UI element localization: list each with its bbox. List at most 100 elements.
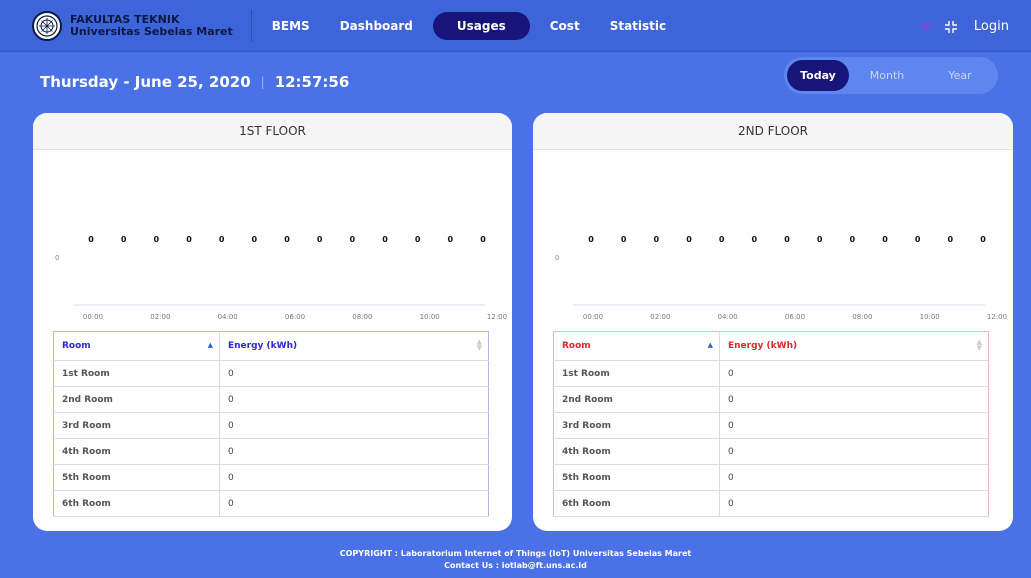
column-header-room[interactable]: Room ▲ bbox=[553, 331, 720, 361]
room-energy: 0 bbox=[219, 490, 489, 517]
data-label: 0 bbox=[752, 235, 758, 244]
period-month-button[interactable]: Month bbox=[849, 60, 925, 91]
data-label: 0 bbox=[850, 235, 856, 244]
data-label: 0 bbox=[382, 235, 388, 244]
room-energy: 0 bbox=[219, 438, 489, 465]
x-tick-label: 04:00 bbox=[218, 313, 238, 321]
x-tick-label: 08:00 bbox=[852, 313, 872, 321]
nav-item-bems[interactable]: BEMS bbox=[262, 12, 320, 40]
room-name: 5th Room bbox=[53, 464, 220, 491]
nav-item-statistic[interactable]: Statistic bbox=[600, 12, 676, 40]
table-row: 5th Room 0 bbox=[553, 464, 989, 491]
room-name: 3rd Room bbox=[553, 412, 720, 439]
data-label: 0 bbox=[882, 235, 888, 244]
data-label: 0 bbox=[915, 235, 921, 244]
room-table-floor-2: Room ▲ Energy (kWh) ▲ ▼ 1st Room 0 2nd Room 0… bbox=[553, 331, 989, 517]
x-tick-label: 02:00 bbox=[150, 313, 170, 321]
x-tick-label: 10:00 bbox=[920, 313, 940, 321]
room-table-floor-1: Room ▲ Energy (kWh) ▲ ▼ 1st Room 0 2nd Room 0… bbox=[53, 331, 489, 517]
nav-item-dashboard[interactable]: Dashboard bbox=[330, 12, 423, 40]
data-label: 0 bbox=[719, 235, 725, 244]
column-header-room[interactable]: Room ▲ bbox=[53, 331, 220, 361]
room-name: 2nd Room bbox=[53, 386, 220, 413]
chart-svg: 0 0 0 0 0 0 0 0 0 0 0 0 0 0 00:00 02:00 04:00 06:00 08:00 1… bbox=[555, 235, 1007, 321]
y-tick-label: 0 bbox=[555, 254, 559, 262]
data-label: 0 bbox=[219, 235, 225, 244]
column-header-energy[interactable]: Energy (kWh) ▲ ▼ bbox=[719, 331, 989, 361]
room-energy: 0 bbox=[719, 464, 989, 491]
room-energy: 0 bbox=[219, 412, 489, 439]
room-name: 6th Room bbox=[53, 490, 220, 517]
data-label: 0 bbox=[154, 235, 160, 244]
table-header-row: Room ▲ Energy (kWh) ▲ ▼ bbox=[553, 331, 989, 361]
x-tick-label: 06:00 bbox=[285, 313, 305, 321]
footer-contact[interactable]: Contact Us : iotlab@ft.uns.ac.id bbox=[0, 560, 1031, 572]
room-energy: 0 bbox=[719, 360, 989, 387]
usage-chart-floor-2: 0 0 0 0 0 0 0 0 0 0 0 0 0 0 00:00 02:00 04:00 06:00 08:00 1… bbox=[533, 150, 1013, 328]
room-name: 4th Room bbox=[553, 438, 720, 465]
data-label: 0 bbox=[686, 235, 692, 244]
nav-item-usages[interactable]: Usages bbox=[432, 11, 530, 40]
date-time-display: Thursday - June 25, 2020 | 12:57:56 bbox=[40, 73, 349, 91]
data-label: 0 bbox=[350, 235, 356, 244]
nav-item-cost[interactable]: Cost bbox=[540, 12, 590, 40]
room-name: 4th Room bbox=[53, 438, 220, 465]
table-row: 2nd Room 0 bbox=[553, 386, 989, 413]
nav-links: BEMS Dashboard Usages Cost Statistic bbox=[262, 11, 686, 40]
current-time: 12:57:56 bbox=[274, 73, 350, 91]
y-tick-label: 0 bbox=[55, 254, 59, 262]
floor-panel-1: 1ST FLOOR 0 0 0 0 0 0 0 0 0 0 0 0 0 0 00:00 02:00 04:00 0… bbox=[33, 113, 512, 531]
room-name: 6th Room bbox=[553, 490, 720, 517]
data-label: 0 bbox=[948, 235, 954, 244]
room-energy: 0 bbox=[719, 490, 989, 517]
panel-title: 1ST FLOOR bbox=[33, 113, 512, 150]
table-header-row: Room ▲ Energy (kWh) ▲ ▼ bbox=[53, 331, 489, 361]
data-label: 0 bbox=[817, 235, 823, 244]
table-row: 3rd Room 0 bbox=[53, 412, 489, 439]
room-energy: 0 bbox=[719, 438, 989, 465]
sort-asc-icon: ▲ bbox=[207, 341, 213, 349]
chart-svg: 0 0 0 0 0 0 0 0 0 0 0 0 0 0 00:00 02:00 04:00 06:00 08:00 1… bbox=[55, 235, 507, 321]
room-energy: 0 bbox=[219, 360, 489, 387]
room-name: 5th Room bbox=[553, 464, 720, 491]
data-label: 0 bbox=[284, 235, 290, 244]
panel-title: 2ND FLOOR bbox=[533, 113, 1013, 150]
date-time-separator: | bbox=[260, 75, 265, 89]
data-label: 0 bbox=[317, 235, 323, 244]
x-tick-label: 10:00 bbox=[420, 313, 440, 321]
room-name: 3rd Room bbox=[53, 412, 220, 439]
period-today-button[interactable]: Today bbox=[787, 60, 849, 91]
x-tick-label: 00:00 bbox=[583, 313, 603, 321]
table-row: 1st Room 0 bbox=[553, 360, 989, 387]
top-navbar: FAKULTAS TEKNIK Universitas Sebelas Mare… bbox=[0, 0, 1031, 52]
data-label: 0 bbox=[88, 235, 94, 244]
compress-icon[interactable] bbox=[944, 19, 958, 33]
table-row: 4th Room 0 bbox=[553, 438, 989, 465]
room-name: 1st Room bbox=[53, 360, 220, 387]
data-label: 0 bbox=[480, 235, 486, 244]
x-tick-label: 12:00 bbox=[987, 313, 1007, 321]
data-label: 0 bbox=[186, 235, 192, 244]
sort-icon: ▲ ▼ bbox=[476, 338, 482, 352]
brand-subtitle: Universitas Sebelas Maret bbox=[70, 24, 233, 38]
room-energy: 0 bbox=[219, 464, 489, 491]
footer: COPYRIGHT : Laboratorium Internet of Thi… bbox=[0, 538, 1031, 578]
nav-divider bbox=[250, 9, 252, 42]
data-label: 0 bbox=[588, 235, 594, 244]
period-year-button[interactable]: Year bbox=[925, 60, 995, 91]
table-row: 5th Room 0 bbox=[53, 464, 489, 491]
room-energy: 0 bbox=[719, 412, 989, 439]
table-row: 4th Room 0 bbox=[53, 438, 489, 465]
table-row: 2nd Room 0 bbox=[53, 386, 489, 413]
room-energy: 0 bbox=[719, 386, 989, 413]
data-label: 0 bbox=[121, 235, 127, 244]
floor-panel-2: 2ND FLOOR 0 0 0 0 0 0 0 0 0 0 0 0 0 0 00:00 02:00 04:00 0… bbox=[533, 113, 1013, 531]
data-label: 0 bbox=[654, 235, 660, 244]
column-header-energy[interactable]: Energy (kWh) ▲ ▼ bbox=[219, 331, 489, 361]
brand[interactable]: FAKULTAS TEKNIK Universitas Sebelas Mare… bbox=[0, 0, 233, 51]
table-row: 3rd Room 0 bbox=[553, 412, 989, 439]
login-link[interactable]: Login bbox=[974, 19, 1009, 34]
x-tick-label: 04:00 bbox=[718, 313, 738, 321]
data-label: 0 bbox=[621, 235, 627, 244]
data-label: 0 bbox=[980, 235, 986, 244]
